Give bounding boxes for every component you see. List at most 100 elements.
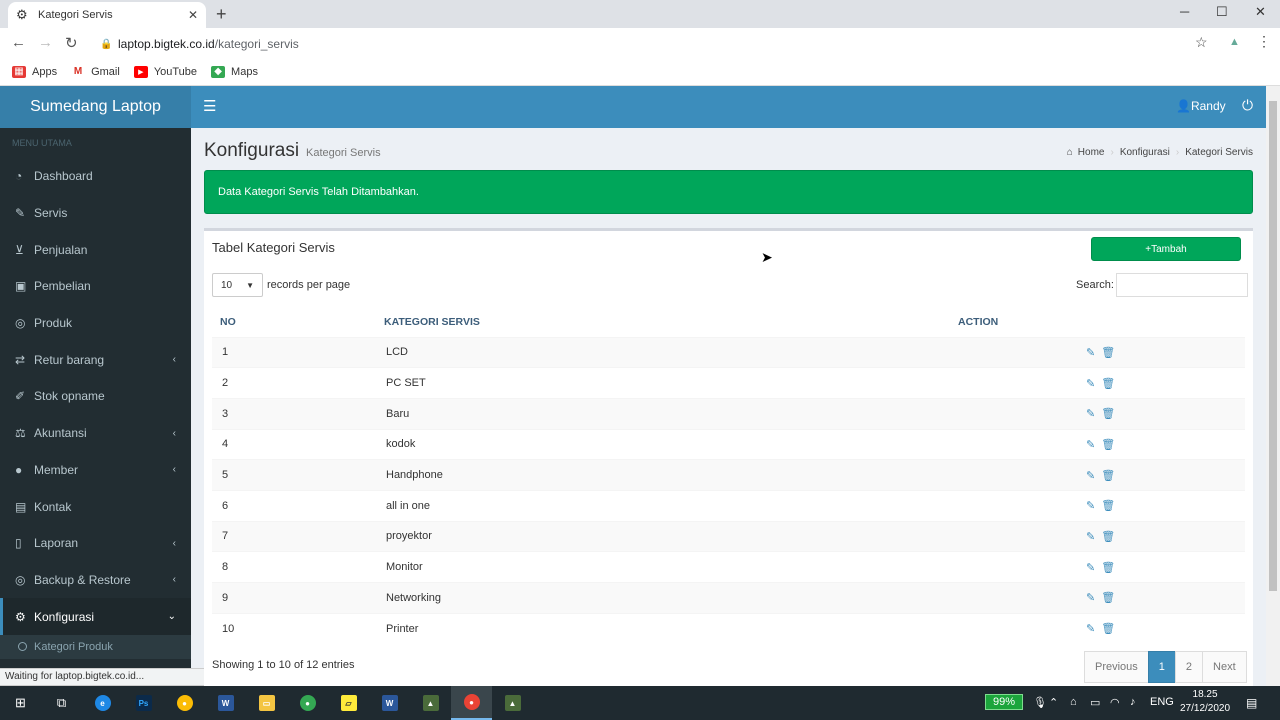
volume-icon[interactable]: ♪ [1130, 696, 1136, 708]
taskbar-chrome-2[interactable]: ● [287, 686, 328, 720]
pagination-previous[interactable]: Previous [1084, 651, 1149, 683]
trash-icon[interactable]: 🗑 [1101, 408, 1115, 420]
network-icon[interactable]: ⌂ [1070, 696, 1077, 708]
edit-icon[interactable]: ✎ [1086, 531, 1095, 543]
browser-menu-icon[interactable]: ⋮ [1257, 33, 1271, 50]
sidebar-item-akuntansi[interactable]: ⚖ Akuntansi ‹ [0, 415, 191, 452]
sidebar-item-konfigurasi[interactable]: ⚙ Konfigurasi ⌄ [0, 598, 191, 635]
pagination-page-1[interactable]: 1 [1147, 651, 1176, 683]
sidebar-subitem-kategori-produk[interactable]: Kategori Produk [0, 634, 191, 659]
bookmark-apps[interactable]: ▦ Apps [12, 65, 57, 78]
breadcrumb-separator: › [1175, 147, 1180, 158]
page-length-select[interactable]: 10 ▼ [212, 273, 263, 297]
close-window-icon[interactable]: ✕ [1255, 4, 1266, 20]
trash-icon[interactable]: 🗑 [1101, 623, 1115, 635]
edit-icon[interactable]: ✎ [1086, 592, 1095, 604]
pagination-page-2[interactable]: 2 [1174, 651, 1204, 683]
trash-icon[interactable]: 🗑 [1101, 470, 1115, 482]
back-icon[interactable]: ← [11, 34, 26, 51]
sidebar-item-laporan[interactable]: ▯ Laporan ‹ [0, 525, 191, 562]
taskbar-photoshop[interactable]: Ps [123, 686, 164, 720]
trash-icon[interactable]: 🗑 [1101, 500, 1115, 512]
edit-icon[interactable]: ✎ [1086, 562, 1095, 574]
breadcrumb-home[interactable]: Home [1078, 147, 1105, 158]
forward-icon[interactable]: → [38, 34, 53, 51]
taskbar-app[interactable]: ▲ [410, 686, 451, 720]
trash-icon[interactable]: 🗑 [1101, 439, 1115, 451]
trash-icon[interactable]: 🗑 [1101, 562, 1115, 574]
edit-icon[interactable]: ✎ [1086, 623, 1095, 635]
tab-title: Kategori Servis [38, 9, 113, 21]
trash-icon[interactable]: 🗑 [1101, 531, 1115, 543]
sidebar-item-member[interactable]: ● Member ‹ [0, 452, 191, 489]
app-logo[interactable]: Sumedang Laptop [0, 86, 191, 128]
sidebar-item-pembelian[interactable]: ▣ Pembelian [0, 268, 191, 305]
reload-icon[interactable]: ↻ [65, 34, 78, 52]
taskbar-sticky-notes[interactable]: ▱ [328, 686, 369, 720]
new-tab-icon[interactable]: + [216, 4, 227, 25]
microphone-icon[interactable]: 🎙 [1033, 696, 1047, 709]
sidebar-item-label: Akuntansi [34, 426, 87, 441]
taskbar-chrome[interactable]: ● [164, 686, 205, 720]
edit-icon[interactable]: ✎ [1086, 500, 1095, 512]
search-input[interactable] [1115, 273, 1248, 297]
breadcrumb-konfigurasi[interactable]: Konfigurasi [1120, 147, 1170, 158]
chevron-up-icon[interactable]: ⌃ [1049, 696, 1058, 709]
minimize-icon[interactable]: ─ [1180, 4, 1189, 19]
power-icon[interactable]: ⏻ [1242, 97, 1253, 114]
maximize-icon[interactable]: ☐ [1216, 4, 1228, 20]
sidebar-item-dashboard[interactable]: ◔ Dashboard [0, 158, 191, 195]
browser-tab[interactable]: ⚙ Kategori Servis ✕ [8, 2, 206, 28]
sidebar-item-kontak[interactable]: ▤ Kontak [0, 488, 191, 525]
column-header-no[interactable]: NO [212, 308, 376, 337]
page-scrollbar[interactable] [1266, 86, 1280, 686]
trash-icon[interactable]: 🗑 [1101, 592, 1115, 604]
sidebar-item-backup-restore[interactable]: ◎ Backup & Restore ‹ [0, 562, 191, 599]
bookmark-maps[interactable]: ◆ Maps [211, 65, 258, 78]
column-header-kategori[interactable]: KATEGORI SERVIS [376, 308, 950, 337]
url-field[interactable]: 🔒 laptop.bigtek.co.id/kategori_servis [100, 34, 1220, 54]
sidebar-item-produk[interactable]: ◎ Produk [0, 305, 191, 342]
task-view-button[interactable]: ⧉ [41, 686, 82, 720]
trash-icon[interactable]: 🗑 [1101, 378, 1115, 390]
bookmark-star-icon[interactable]: ☆ [1195, 34, 1208, 51]
add-button[interactable]: +Tambah [1091, 237, 1241, 261]
battery-icon[interactable]: ▭ [1090, 696, 1100, 709]
taskbar-explorer[interactable]: ▭ [246, 686, 287, 720]
cell-name: Networking [376, 582, 950, 614]
taskbar-word[interactable]: W [205, 686, 246, 720]
menu-toggle-icon[interactable]: ☰ [203, 97, 216, 115]
bookmark-gmail[interactable]: M Gmail [71, 65, 120, 78]
edit-icon[interactable]: ✎ [1086, 378, 1095, 390]
wifi-icon[interactable]: ◠ [1110, 696, 1120, 709]
trash-icon[interactable]: 🗑 [1101, 347, 1115, 359]
edit-icon[interactable]: ✎ [1086, 347, 1095, 359]
taskbar-app-2[interactable]: ▲ [492, 686, 533, 720]
edit-icon[interactable]: ✎ [1086, 470, 1095, 482]
kategori-servis-table: NO KATEGORI SERVIS ACTION 1 LCD ✎ 🗑 2 PC SET… [212, 308, 1245, 644]
user-menu[interactable]: 👤Randy [1176, 99, 1226, 113]
taskbar-edge[interactable]: e [82, 686, 123, 720]
browser-tabbar: ⚙ Kategori Servis ✕ + ─ ☐ ✕ [0, 0, 1280, 28]
notification-icon[interactable]: ▤ [1246, 696, 1257, 710]
bookmark-youtube[interactable]: ▶ YouTube [133, 65, 197, 78]
start-button[interactable]: ⊞ [0, 686, 41, 720]
chevron-left-icon: ‹ [172, 354, 176, 366]
url-path: /kategori_servis [214, 37, 299, 51]
taskbar-chrome-active[interactable]: ● [451, 686, 492, 720]
sidebar-item-servis[interactable]: ✎ Servis [0, 195, 191, 232]
sidebar-item-penjualan[interactable]: ⊻ Penjualan [0, 231, 191, 268]
language-indicator[interactable]: ENG [1150, 696, 1174, 708]
taskbar-word-2[interactable]: W [369, 686, 410, 720]
scrollbar-thumb[interactable] [1269, 101, 1277, 591]
edit-icon[interactable]: ✎ [1086, 439, 1095, 451]
edit-icon[interactable]: ✎ [1086, 408, 1095, 420]
extension-icon[interactable]: ▲ [1229, 36, 1240, 48]
close-tab-icon[interactable]: ✕ [188, 8, 198, 22]
sidebar-item-stok-opname[interactable]: ✐ Stok opname [0, 378, 191, 415]
sidebar-item-retur-barang[interactable]: ⇄ Retur barang ‹ [0, 341, 191, 378]
battery-indicator[interactable]: 99% [985, 694, 1023, 710]
system-clock[interactable]: 18.25 27/12/2020 [1180, 688, 1230, 716]
pagination-next[interactable]: Next [1202, 651, 1247, 683]
sidebar-item-label: Member [34, 462, 79, 477]
